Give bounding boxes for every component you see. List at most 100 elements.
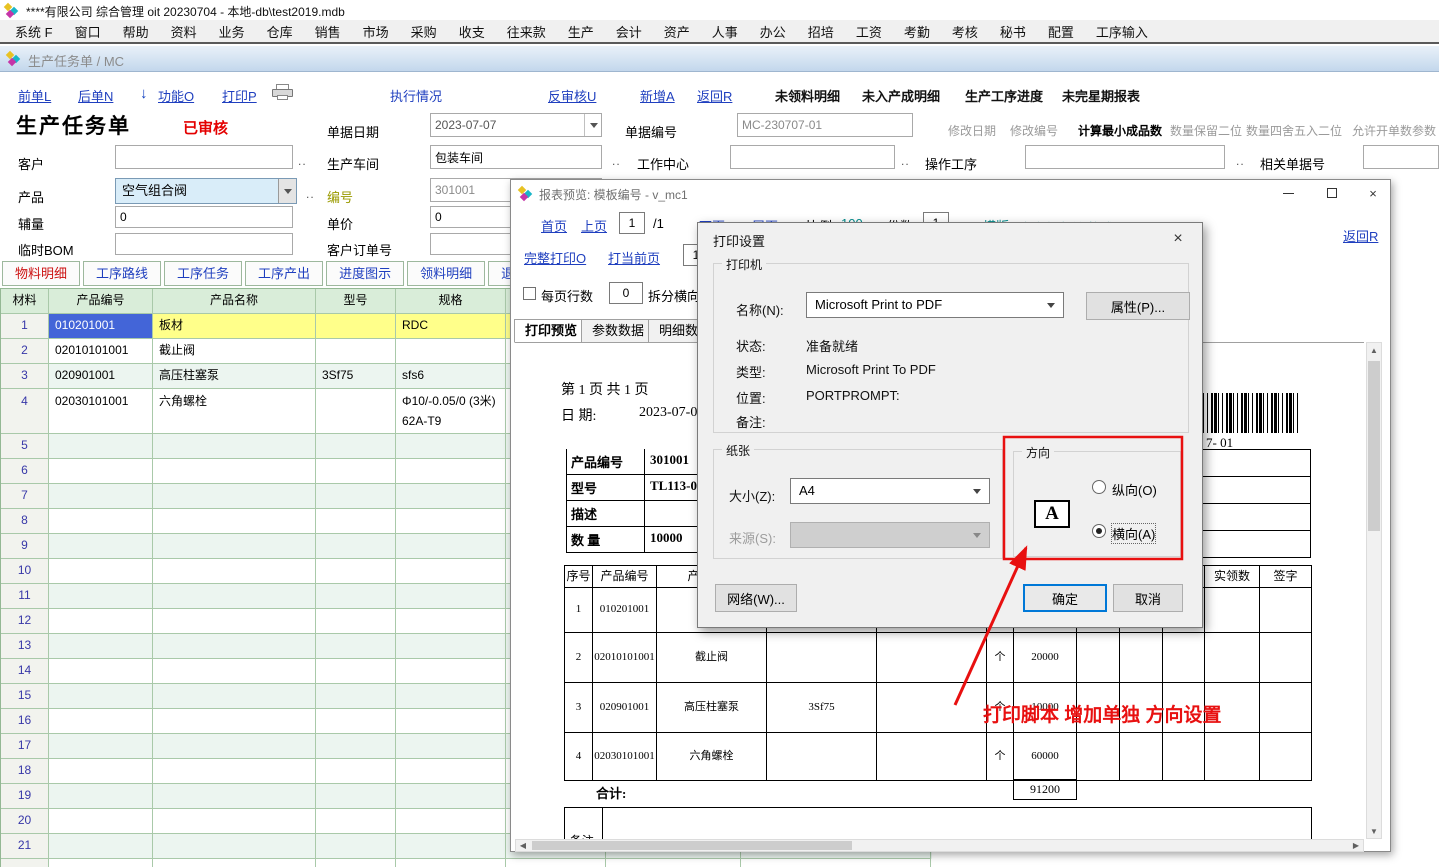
scroll-up-icon[interactable]: ▲ bbox=[1367, 343, 1381, 357]
spec-cell[interactable] bbox=[396, 484, 506, 509]
report-unissued-materials[interactable]: 未领料明细 bbox=[775, 86, 840, 105]
model-cell[interactable] bbox=[316, 634, 396, 659]
spec-cell[interactable] bbox=[396, 834, 506, 859]
vertical-scrollbar[interactable]: ▲ ▼ bbox=[1366, 342, 1382, 839]
next-doc-button[interactable]: 后单N bbox=[78, 86, 113, 105]
row-number-cell[interactable]: 18 bbox=[1, 759, 49, 784]
report-unfinished-goods[interactable]: 未入产成明细 bbox=[862, 86, 940, 105]
extra-cell[interactable] bbox=[741, 859, 931, 867]
scroll-down-icon[interactable]: ▼ bbox=[1367, 824, 1381, 838]
spec-cell[interactable] bbox=[396, 559, 506, 584]
row-number-cell[interactable]: 20 bbox=[1, 809, 49, 834]
tab-process-output[interactable]: 工序产出 bbox=[245, 261, 323, 286]
product-name-cell[interactable] bbox=[153, 659, 316, 684]
model-cell[interactable] bbox=[316, 584, 396, 609]
network-button[interactable]: 网络(W)... bbox=[715, 584, 797, 612]
product-name-cell[interactable] bbox=[153, 434, 316, 459]
menu-item[interactable]: 仓库 bbox=[256, 22, 304, 41]
product-name-cell[interactable] bbox=[153, 484, 316, 509]
hscroll-thumb[interactable] bbox=[532, 841, 852, 850]
spec-cell[interactable] bbox=[396, 734, 506, 759]
functions-button[interactable]: 功能O bbox=[158, 86, 194, 105]
menu-item[interactable]: 市场 bbox=[352, 22, 400, 41]
menu-item[interactable]: 秘书 bbox=[989, 22, 1037, 41]
product-code-cell[interactable] bbox=[49, 859, 153, 867]
product-code-cell[interactable] bbox=[49, 759, 153, 784]
menu-item[interactable]: 招培 bbox=[797, 22, 845, 41]
menu-item[interactable]: 配置 bbox=[1037, 22, 1085, 41]
landscape-radio[interactable] bbox=[1092, 524, 1106, 538]
row-number-cell[interactable]: 14 bbox=[1, 659, 49, 684]
product-code-cell[interactable] bbox=[49, 609, 153, 634]
dialog-close-icon[interactable]: × bbox=[1162, 227, 1194, 251]
return-button[interactable]: 返回R bbox=[697, 86, 732, 105]
spec-cell[interactable] bbox=[396, 809, 506, 834]
row-number-cell[interactable]: 7 bbox=[1, 484, 49, 509]
row-number-cell[interactable]: 21 bbox=[1, 834, 49, 859]
report-weekly-unfinished[interactable]: 未完星期报表 bbox=[1062, 86, 1140, 105]
opt-qty-2dec[interactable]: 数量保留二位 bbox=[1170, 122, 1242, 139]
model-cell[interactable] bbox=[316, 559, 396, 584]
spec-cell[interactable] bbox=[396, 634, 506, 659]
product-name-cell[interactable] bbox=[153, 859, 316, 867]
product-name-cell[interactable] bbox=[153, 634, 316, 659]
menu-item[interactable]: 人事 bbox=[701, 22, 749, 41]
customer-lookup-button[interactable]: .. bbox=[298, 154, 307, 168]
row-number-cell[interactable]: 11 bbox=[1, 584, 49, 609]
spec-cell[interactable] bbox=[396, 759, 506, 784]
product-code-cell[interactable] bbox=[49, 559, 153, 584]
workcenter-field[interactable] bbox=[730, 145, 895, 169]
menu-item[interactable]: 帮助 bbox=[112, 22, 160, 41]
row-number-cell[interactable]: 13 bbox=[1, 634, 49, 659]
print-button[interactable]: 打印P bbox=[222, 86, 257, 105]
spec-cell[interactable] bbox=[396, 859, 506, 867]
tab-issue-detail[interactable]: 领料明细 bbox=[407, 261, 485, 286]
model-cell[interactable] bbox=[316, 459, 396, 484]
menu-item[interactable]: 资产 bbox=[653, 22, 701, 41]
menu-item[interactable]: 会计 bbox=[605, 22, 653, 41]
menu-item[interactable]: 考核 bbox=[941, 22, 989, 41]
row-number-cell[interactable]: 17 bbox=[1, 734, 49, 759]
workshop-field[interactable] bbox=[430, 145, 602, 169]
product-name-cell[interactable]: 高压柱塞泵 bbox=[153, 364, 316, 389]
product-code-cell[interactable] bbox=[49, 584, 153, 609]
portrait-radio-label[interactable]: 纵向(O) bbox=[1112, 480, 1157, 499]
product-name-cell[interactable] bbox=[153, 809, 316, 834]
product-name-cell[interactable]: 板材 bbox=[153, 314, 316, 339]
product-code-cell[interactable] bbox=[49, 734, 153, 759]
row-number-cell[interactable]: 8 bbox=[1, 509, 49, 534]
extra-cell[interactable] bbox=[506, 859, 606, 867]
row-number-cell[interactable]: 9 bbox=[1, 534, 49, 559]
printer-name-select[interactable]: Microsoft Print to PDF bbox=[806, 292, 1064, 318]
tempbom-field[interactable] bbox=[115, 233, 293, 255]
model-cell[interactable] bbox=[316, 859, 396, 867]
spec-cell[interactable] bbox=[396, 659, 506, 684]
product-code-cell[interactable] bbox=[49, 534, 153, 559]
menu-item[interactable]: 业务 bbox=[208, 22, 256, 41]
paper-size-select[interactable]: A4 bbox=[790, 478, 990, 504]
product-name-cell[interactable] bbox=[153, 784, 316, 809]
preview-return-button[interactable]: 返回R bbox=[1343, 226, 1378, 245]
product-name-cell[interactable] bbox=[153, 584, 316, 609]
page-number-input[interactable] bbox=[619, 212, 645, 234]
tab-print-preview[interactable]: 打印预览 bbox=[514, 319, 588, 343]
menu-item[interactable]: 往来款 bbox=[496, 22, 557, 41]
menu-item[interactable]: 办公 bbox=[749, 22, 797, 41]
model-cell[interactable] bbox=[316, 509, 396, 534]
product-code-cell[interactable] bbox=[49, 709, 153, 734]
product-code-cell[interactable] bbox=[49, 634, 153, 659]
tab-material-detail[interactable]: 物料明细 bbox=[2, 261, 80, 286]
portrait-radio[interactable] bbox=[1092, 480, 1106, 494]
product-name-cell[interactable] bbox=[153, 559, 316, 584]
exec-status-button[interactable]: 执行情况 bbox=[390, 86, 442, 105]
tab-process-task[interactable]: 工序任务 bbox=[164, 261, 242, 286]
menu-item[interactable]: 工资 bbox=[845, 22, 893, 41]
extra-cell[interactable] bbox=[606, 859, 741, 867]
aux-field[interactable] bbox=[115, 206, 293, 228]
spec-cell[interactable] bbox=[396, 609, 506, 634]
opt-qty-round[interactable]: 数量四舍五入二位 bbox=[1246, 122, 1342, 139]
first-page-button[interactable]: 首页 bbox=[541, 216, 567, 235]
menu-item[interactable]: 收支 bbox=[448, 22, 496, 41]
row-number-cell[interactable]: 1 bbox=[1, 314, 49, 339]
minimize-button[interactable] bbox=[1266, 180, 1310, 206]
